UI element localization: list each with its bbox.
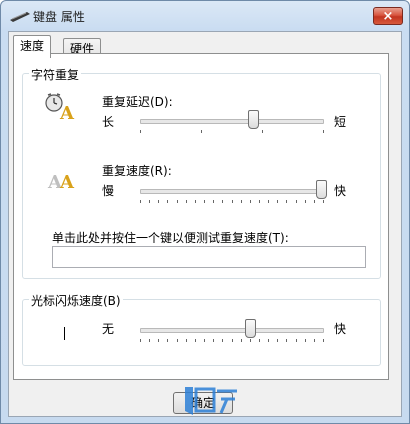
repeat-delay-slider-thumb[interactable] — [248, 110, 260, 129]
cursor-blink-slider[interactable] — [140, 319, 324, 349]
char-repeat-group-title: 字符重复 — [29, 66, 82, 83]
repeat-rate-label: 重复速度(R): — [102, 164, 172, 178]
cursor-blink-slider-tick — [304, 339, 306, 342]
repeat-rate-slider-tick — [185, 200, 187, 203]
svg-text:A: A — [59, 172, 75, 192]
repeat-rate-slider-tick — [176, 200, 178, 203]
repeat-delay-slider-tick — [140, 130, 141, 133]
cursor-blink-slider-tick — [313, 339, 315, 342]
repeat-rate-slider-tick — [295, 200, 297, 203]
repeat-rate-slider-tick — [213, 200, 215, 203]
cursor-blink-slider-tick — [268, 339, 270, 342]
repeat-rate-slider-tick — [268, 200, 270, 203]
cursor-blink-group-title: 光标闪烁速度(B) — [29, 292, 123, 309]
cursor-blink-slider-tick — [158, 339, 160, 342]
speed-tab-panel: 字符重复 A 重复延迟(D): 长 短 A A 重复速度(R): 慢 快 单击此… — [13, 53, 389, 380]
repeat-delay-slider-tick — [323, 130, 324, 133]
repeat-rate-slider-tick — [231, 200, 233, 203]
repeat-delay-max-label: 短 — [334, 115, 347, 129]
repeat-rate-slider-tick — [140, 200, 141, 203]
svg-text:A: A — [59, 103, 75, 121]
cursor-blink-slider-tick — [240, 339, 242, 342]
cursor-blink-slider-tick — [286, 339, 288, 342]
repeat-delay-icon: A — [45, 93, 75, 121]
keyboard-properties-window: 键盘 属性 × 速度 硬件 字符重复 A 重复延迟(D): 长 短 A A 重复… — [0, 0, 410, 424]
cursor-blink-slider-tick — [323, 339, 324, 342]
repeat-delay-slider-ticks — [140, 130, 324, 136]
cursor-blink-min-label: 无 — [102, 322, 115, 336]
cursor-blink-slider-tick — [277, 339, 279, 342]
cursor-blink-slider-track[interactable] — [140, 328, 324, 333]
repeat-rate-max-label: 快 — [334, 184, 347, 198]
repeat-rate-slider-tick — [258, 200, 260, 203]
repeat-delay-slider-tick — [201, 130, 202, 133]
repeat-rate-slider[interactable] — [140, 180, 327, 210]
tab-speed[interactable]: 速度 — [13, 35, 52, 58]
repeat-rate-slider-tick — [277, 200, 279, 203]
repeat-delay-slider-track[interactable] — [140, 119, 324, 124]
repeat-rate-slider-thumb[interactable] — [316, 180, 327, 199]
cursor-blink-slider-tick — [194, 339, 196, 342]
repeat-rate-slider-tick — [249, 200, 251, 203]
cursor-preview — [64, 327, 65, 340]
cursor-blink-slider-tick — [149, 339, 151, 342]
cursor-blink-slider-tick — [222, 339, 224, 342]
repeat-test-label: 单击此处并按住一个键以便测试重复速度(T): — [52, 231, 289, 245]
close-button[interactable]: × — [373, 7, 403, 25]
cursor-blink-slider-tick — [258, 339, 260, 342]
cursor-blink-slider-tick — [204, 339, 206, 342]
repeat-rate-slider-tick — [222, 200, 224, 203]
cursor-blink-slider-thumb[interactable] — [244, 319, 256, 338]
cursor-blink-slider-tick — [295, 339, 297, 342]
repeat-delay-min-label: 长 — [102, 115, 115, 129]
keyboard-icon — [10, 12, 30, 22]
repeat-rate-slider-tick — [149, 200, 151, 203]
cursor-blink-slider-tick — [140, 339, 141, 342]
cursor-blink-slider-ticks — [140, 339, 324, 345]
cursor-blink-slider-tick — [167, 339, 169, 342]
repeat-rate-slider-tick — [313, 200, 315, 203]
cursor-blink-slider-tick — [176, 339, 178, 342]
window-title: 键盘 属性 — [33, 10, 85, 24]
cursor-blink-slider-tick — [249, 339, 251, 342]
cursor-blink-max-label: 快 — [334, 322, 347, 336]
repeat-rate-min-label: 慢 — [102, 184, 115, 198]
repeat-rate-slider-ticks — [140, 200, 324, 206]
cursor-blink-slider-tick — [231, 339, 233, 342]
repeat-delay-slider-tick — [262, 130, 263, 133]
repeat-delay-label: 重复延迟(D): — [102, 95, 173, 109]
repeat-rate-slider-tick — [158, 200, 160, 203]
watermark-logo-icon — [185, 387, 237, 415]
repeat-delay-slider[interactable] — [140, 110, 324, 140]
repeat-rate-slider-track[interactable] — [140, 189, 324, 194]
repeat-rate-slider-tick — [204, 200, 206, 203]
repeat-rate-slider-tick — [323, 200, 324, 203]
repeat-test-input[interactable] — [52, 246, 366, 268]
repeat-rate-slider-tick — [194, 200, 196, 203]
repeat-rate-slider-tick — [167, 200, 169, 203]
repeat-rate-slider-tick — [304, 200, 306, 203]
repeat-rate-slider-tick — [240, 200, 242, 203]
repeat-rate-slider-tick — [286, 200, 288, 203]
repeat-rate-icon: A A — [47, 172, 75, 192]
cursor-blink-slider-tick — [185, 339, 187, 342]
title-bar[interactable]: 键盘 属性 × — [1, 1, 409, 30]
cursor-blink-slider-tick — [213, 339, 215, 342]
